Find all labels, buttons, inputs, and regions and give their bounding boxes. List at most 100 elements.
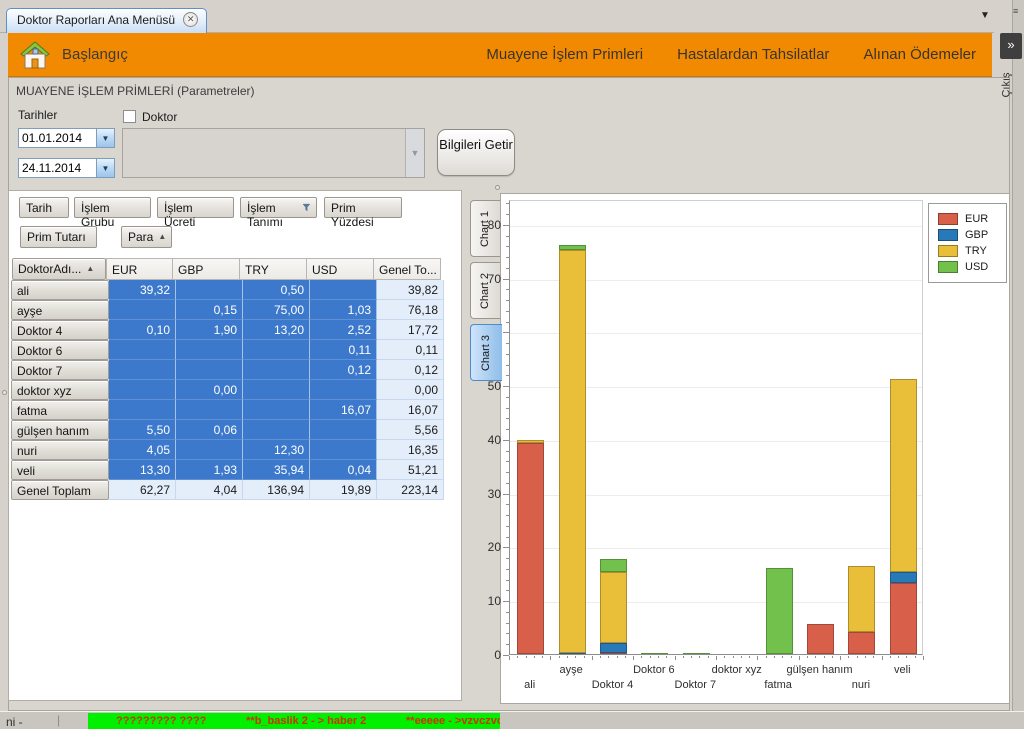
pivot-cell: 51,21 — [377, 460, 444, 480]
tab-list-dropdown-icon[interactable]: ▼ — [980, 10, 990, 21]
x-minor-tick — [525, 656, 527, 658]
document-tab-bar: Doktor Raporları Ana Menüsü ✕ ▼ — [0, 0, 994, 33]
y-minor-tick — [506, 407, 509, 409]
pivot-field-para[interactable]: Para ▲ — [121, 226, 172, 248]
field-label: İşlem Tanımı — [247, 201, 284, 229]
pivot-row-header: doktor xyz — [11, 380, 109, 400]
pivot-row: Doktor 4 0,10 1,90 13,20 2,52 17,72 — [11, 320, 444, 340]
pivot-cell: 1,93 — [176, 460, 243, 480]
y-minor-tick — [506, 590, 509, 592]
bar-segment-try-ali — [517, 439, 545, 443]
pivot-row: doktor xyz 0,00 0,00 — [11, 380, 444, 400]
dock-menu-icon[interactable]: ≡ — [1013, 6, 1018, 16]
y-minor-tick — [506, 364, 509, 366]
pivot-cell: 0,04 — [310, 460, 377, 480]
pivot-field-doktoradi[interactable]: DoktorAdı... ▲ — [12, 258, 106, 280]
status-bar: ni - | ????????? ???? **b_baslik 2 - > h… — [0, 711, 1024, 729]
pivot-cell — [243, 400, 310, 420]
ribbon-nav-item-3[interactable]: Alınan Ödemeler — [863, 46, 976, 63]
x-minor-tick — [873, 656, 875, 658]
chart-tab-2[interactable]: Chart 2 — [470, 262, 500, 319]
x-minor-tick — [823, 656, 825, 658]
ribbon-nav-item-2[interactable]: Hastalardan Tahsilatlar — [677, 46, 829, 63]
pivot-field-i̇şlem-ücreti[interactable]: İşlem Ücreti — [157, 197, 234, 229]
y-minor-tick — [506, 310, 509, 312]
legend-swatch-eur — [938, 213, 958, 225]
fetch-data-button[interactable]: Bilgileri Getir — [437, 129, 515, 176]
document-tab[interactable]: Doktor Raporları Ana Menüsü ✕ — [6, 8, 208, 33]
parameters-group-title: MUAYENE İŞLEM PRİMLERİ (Parametreler) — [16, 84, 255, 98]
filter-icon[interactable] — [303, 203, 310, 212]
pivot-field-prim-yüzdesi[interactable]: Prim Yüzdesi — [324, 197, 402, 229]
pivot-cell: 0,10 — [109, 320, 176, 340]
pivot-row-header: Doktor 7 — [11, 360, 109, 380]
date-from-input[interactable] — [19, 129, 96, 147]
doktor-checkbox[interactable] — [123, 110, 136, 123]
pivot-cell — [243, 420, 310, 440]
ribbon-nav-item-1[interactable]: Muayene İşlem Primleri — [486, 46, 643, 63]
chart-legend: EUR GBP TRY USD — [928, 203, 1007, 283]
date-from-dropdown-icon[interactable]: ▼ — [96, 129, 114, 147]
bar-segment-try-ayşe — [558, 250, 586, 654]
pivot-row-header: ali — [11, 280, 109, 300]
pivot-row-header: Genel Toplam — [11, 480, 109, 500]
pivot-cell — [176, 340, 243, 360]
pivot-field-prim-tutari[interactable]: Prim Tutarı — [20, 226, 97, 248]
splitter-grip[interactable] — [495, 185, 500, 190]
pivot-row-header: Doktor 4 — [11, 320, 109, 340]
pivot-row-header: nuri — [11, 440, 109, 460]
pivot-row: nuri 4,05 12,30 16,35 — [11, 440, 444, 460]
pivot-cell — [176, 280, 243, 300]
legend-swatch-gbp — [938, 229, 958, 241]
x-tick-label: Doktor 4 — [591, 679, 634, 691]
pivot-cell: 39,32 — [109, 280, 176, 300]
pivot-field-i̇şlem-tanımı[interactable]: İşlem Tanımı — [240, 197, 317, 229]
y-minor-tick — [506, 353, 509, 355]
chart-tab-3[interactable]: Chart 3 — [470, 324, 502, 381]
bar-segment-gbp-Doktor-4 — [600, 643, 627, 654]
bar-segment-eur-ali — [517, 442, 545, 654]
y-minor-tick — [506, 536, 509, 538]
x-minor-tick — [600, 656, 602, 658]
x-minor-tick — [815, 656, 817, 658]
pivot-field-tarih[interactable]: Tarih — [19, 197, 69, 218]
y-minor-tick — [506, 472, 509, 474]
chart-tab-label: Chart 3 — [480, 334, 493, 371]
pivot-cell: 0,12 — [377, 360, 444, 380]
y-tick-label: 50 — [487, 379, 501, 394]
x-tick-label: Doktor 7 — [674, 679, 717, 691]
date-to-input[interactable] — [19, 159, 96, 177]
pivot-field-i̇şlem-grubu[interactable]: İşlem Grubu — [74, 197, 151, 229]
pivot-cell — [109, 300, 176, 320]
chart-plot — [509, 200, 923, 655]
bar-segment-try-nuri — [848, 566, 876, 633]
y-tick — [503, 332, 509, 334]
doktor-select-dropdown-icon[interactable]: ▼ — [405, 129, 424, 177]
y-tick-label: 40 — [487, 432, 501, 447]
pivot-cell: 0,06 — [176, 420, 243, 440]
pivot-cell: 5,56 — [377, 420, 444, 440]
pivot-cell: 1,90 — [176, 320, 243, 340]
doktor-select-combo[interactable]: ▼ — [122, 128, 425, 178]
y-minor-tick — [506, 515, 509, 517]
x-tick-label: gülşen hanım — [786, 664, 853, 676]
legend-item-gbp: GBP — [938, 227, 1006, 243]
x-minor-tick — [575, 656, 577, 658]
y-tick — [503, 601, 509, 603]
home-icon — [20, 40, 50, 68]
pivot-cell: 0,11 — [377, 340, 444, 360]
pivot-cell: 2,52 — [310, 320, 377, 340]
home-button[interactable]: Başlangıç — [20, 40, 128, 69]
x-tick — [757, 656, 759, 660]
legend-item-eur: EUR — [938, 211, 1006, 227]
pivot-cell — [176, 360, 243, 380]
dock-expand-button[interactable]: » — [1000, 33, 1022, 59]
splitter-grip-left[interactable] — [2, 390, 7, 395]
close-icon[interactable]: ✕ — [183, 12, 199, 27]
x-minor-tick — [542, 656, 544, 658]
date-to-dropdown-icon[interactable]: ▼ — [96, 159, 114, 177]
dock-vertical-tab[interactable]: Çıkış — [996, 60, 1018, 110]
y-minor-tick — [506, 246, 509, 248]
sort-asc-icon: ▲ — [158, 232, 167, 241]
pivot-cell: 75,00 — [243, 300, 310, 320]
